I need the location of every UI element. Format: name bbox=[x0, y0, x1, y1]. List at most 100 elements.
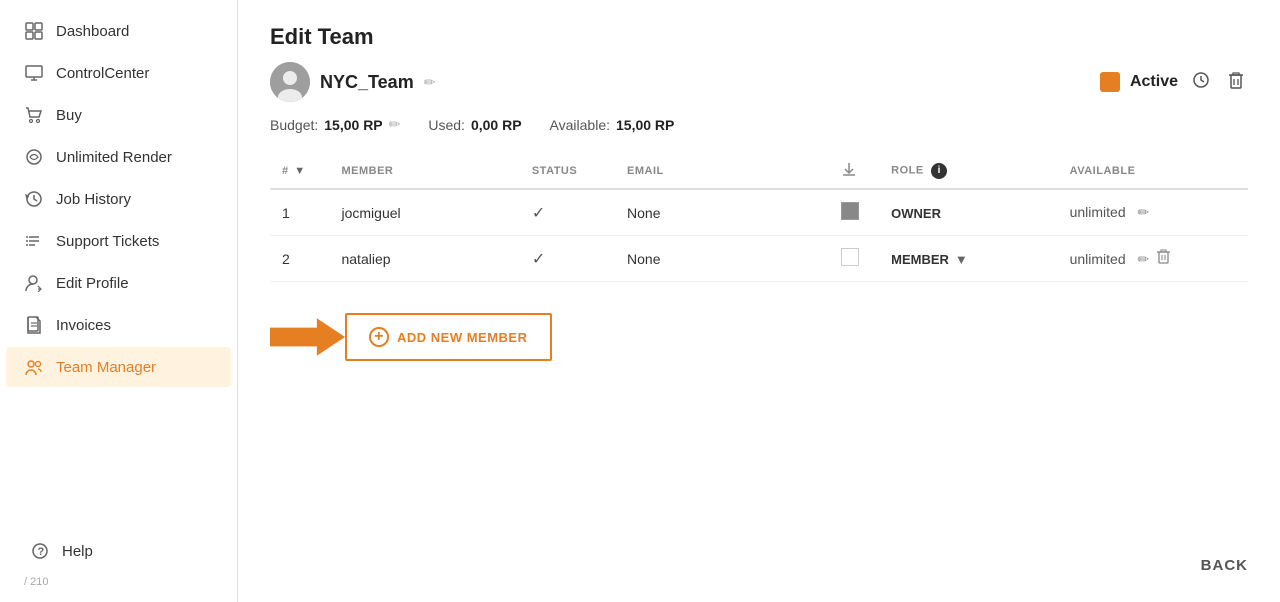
team-name-edit-icon[interactable]: ✏ bbox=[424, 74, 436, 91]
budget-edit-icon[interactable]: ✏ bbox=[389, 116, 401, 133]
monitor-icon bbox=[24, 63, 44, 83]
budget-item: Budget: 15,00 RP ✏ bbox=[270, 116, 400, 133]
table-row: 2 nataliep ✓ None MEMBER ▼ unlimited ✏ bbox=[270, 236, 1248, 282]
sidebar-item-invoices[interactable]: Invoices bbox=[6, 305, 231, 345]
document-icon bbox=[24, 315, 44, 335]
team-name: NYC_Team bbox=[320, 72, 414, 93]
row2-role: MEMBER ▼ bbox=[879, 236, 1057, 282]
row1-color bbox=[829, 189, 879, 236]
col-available: AVAILABLE bbox=[1058, 153, 1248, 189]
sidebar-label-unlimited-render: Unlimited Render bbox=[56, 149, 172, 166]
cart-icon bbox=[24, 105, 44, 125]
row2-edit-icon[interactable]: ✏ bbox=[1138, 251, 1150, 267]
row2-num: 2 bbox=[270, 236, 329, 282]
svg-text:?: ? bbox=[38, 546, 45, 558]
role-dropdown-btn[interactable]: ▼ bbox=[955, 252, 968, 267]
sidebar-bottom: ? Help / 210 bbox=[0, 520, 237, 602]
sidebar-item-support-tickets[interactable]: Support Tickets bbox=[6, 221, 231, 261]
sort-arrow: ▼ bbox=[294, 165, 305, 177]
sidebar-item-job-history[interactable]: Job History bbox=[6, 179, 231, 219]
col-num[interactable]: # ▼ bbox=[270, 153, 329, 189]
budget-row: Budget: 15,00 RP ✏ Used: 0,00 RP Availab… bbox=[270, 116, 1248, 133]
budget-value: 15,00 RP bbox=[324, 117, 382, 133]
sidebar-item-buy[interactable]: Buy bbox=[6, 95, 231, 135]
col-member: MEMBER bbox=[329, 153, 519, 189]
version-label: / 210 bbox=[6, 572, 231, 592]
table-header: # ▼ MEMBER STATUS EMAIL ROLE i AVAILABLE bbox=[270, 153, 1248, 189]
sidebar-item-help[interactable]: ? Help bbox=[12, 531, 225, 571]
sidebar-label-support-tickets: Support Tickets bbox=[56, 233, 159, 250]
main-content: Edit Team NYC_Team ✏ Active Budget: 15,0… bbox=[238, 0, 1280, 602]
members-table: # ▼ MEMBER STATUS EMAIL ROLE i AVAILABLE… bbox=[270, 153, 1248, 282]
sidebar-item-edit-profile[interactable]: Edit Profile bbox=[6, 263, 231, 303]
check-icon: ✓ bbox=[532, 251, 545, 268]
user-edit-icon bbox=[24, 273, 44, 293]
row1-status: ✓ bbox=[520, 189, 615, 236]
available-label: Available: bbox=[550, 117, 610, 133]
sidebar: Dashboard ControlCenter Buy Unlimited Re… bbox=[0, 0, 238, 602]
color-box-filled bbox=[841, 202, 859, 220]
add-member-area: + ADD NEW MEMBER bbox=[270, 312, 1248, 362]
used-item: Used: 0,00 RP bbox=[428, 117, 521, 133]
row1-email: None bbox=[615, 189, 829, 236]
row1-member: jocmiguel bbox=[329, 189, 519, 236]
circle-alt-icon bbox=[24, 147, 44, 167]
add-member-label: ADD NEW MEMBER bbox=[397, 330, 528, 345]
sidebar-label-team-manager: Team Manager bbox=[56, 359, 156, 376]
available-val: unlimited bbox=[1070, 204, 1126, 220]
available-value: 15,00 RP bbox=[616, 117, 674, 133]
plus-icon: + bbox=[369, 327, 389, 347]
status-label: Active bbox=[1130, 73, 1178, 91]
team-avatar bbox=[270, 62, 310, 102]
team-icon bbox=[24, 357, 44, 377]
history-action-icon[interactable] bbox=[1188, 67, 1214, 98]
col-status: STATUS bbox=[520, 153, 615, 189]
budget-label: Budget: bbox=[270, 117, 318, 133]
list-icon bbox=[24, 231, 44, 251]
available-item: Available: 15,00 RP bbox=[550, 117, 675, 133]
back-button[interactable]: BACK bbox=[1201, 557, 1248, 574]
row1-available: unlimited ✏ bbox=[1058, 189, 1248, 236]
sidebar-label-job-history: Job History bbox=[56, 191, 131, 208]
sidebar-label-edit-profile: Edit Profile bbox=[56, 275, 129, 292]
sidebar-label-help: Help bbox=[62, 543, 93, 560]
row2-status: ✓ bbox=[520, 236, 615, 282]
role-owner-label: OWNER bbox=[891, 206, 941, 221]
sidebar-item-unlimited-render[interactable]: Unlimited Render bbox=[6, 137, 231, 177]
sidebar-label-controlcenter: ControlCenter bbox=[56, 65, 149, 82]
delete-team-icon[interactable] bbox=[1224, 67, 1248, 98]
row2-available: unlimited ✏ bbox=[1058, 236, 1248, 282]
team-header: NYC_Team ✏ Active bbox=[270, 62, 1248, 102]
sidebar-item-dashboard[interactable]: Dashboard bbox=[6, 11, 231, 51]
role-info-icon[interactable]: i bbox=[931, 163, 947, 179]
help-icon: ? bbox=[30, 541, 50, 561]
used-label: Used: bbox=[428, 117, 465, 133]
sidebar-label-buy: Buy bbox=[56, 107, 82, 124]
col-download bbox=[829, 153, 879, 189]
sidebar-label-invoices: Invoices bbox=[56, 317, 111, 334]
row2-delete-icon[interactable] bbox=[1157, 251, 1170, 267]
col-role: ROLE i bbox=[879, 153, 1057, 189]
sidebar-item-controlcenter[interactable]: ControlCenter bbox=[6, 53, 231, 93]
team-name-row: NYC_Team ✏ bbox=[270, 62, 435, 102]
row2-email: None bbox=[615, 236, 829, 282]
status-dot bbox=[1100, 72, 1120, 92]
sidebar-item-team-manager[interactable]: Team Manager bbox=[6, 347, 231, 387]
team-status-row: Active bbox=[1100, 67, 1248, 98]
check-icon: ✓ bbox=[532, 205, 545, 222]
table-body: 1 jocmiguel ✓ None OWNER unlimited ✏ 2 n… bbox=[270, 189, 1248, 282]
add-member-button[interactable]: + ADD NEW MEMBER bbox=[345, 313, 552, 361]
arrow-pointer bbox=[270, 312, 345, 362]
row2-member: nataliep bbox=[329, 236, 519, 282]
role-member-label: MEMBER bbox=[891, 252, 949, 267]
row2-color bbox=[829, 236, 879, 282]
history-icon bbox=[24, 189, 44, 209]
row1-edit-icon[interactable]: ✏ bbox=[1138, 204, 1150, 220]
row1-num: 1 bbox=[270, 189, 329, 236]
sidebar-label-dashboard: Dashboard bbox=[56, 23, 129, 40]
grid-icon bbox=[24, 21, 44, 41]
used-value: 0,00 RP bbox=[471, 117, 522, 133]
page-title: Edit Team bbox=[270, 24, 1248, 50]
color-box-empty bbox=[841, 248, 859, 266]
available-val-2: unlimited bbox=[1070, 251, 1126, 267]
